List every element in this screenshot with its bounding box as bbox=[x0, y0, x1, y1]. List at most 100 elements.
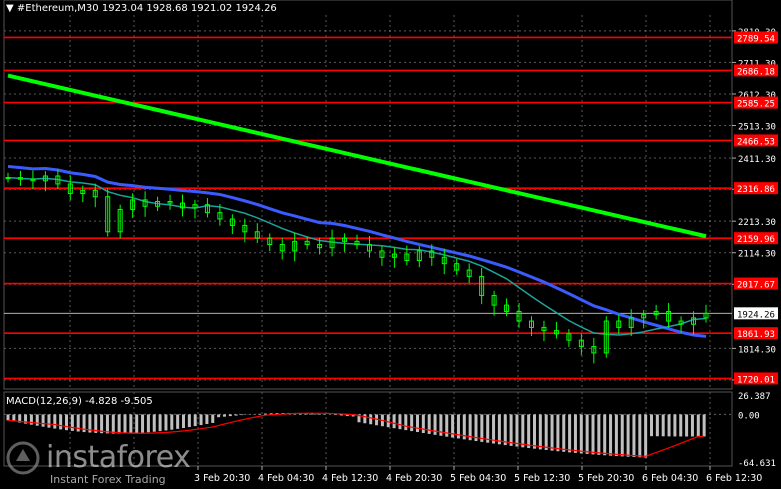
macd-histogram-bar bbox=[141, 414, 145, 433]
macd-histogram-bar bbox=[240, 414, 244, 416]
macd-histogram-bar bbox=[404, 414, 408, 431]
macd-histogram-bar bbox=[146, 414, 150, 433]
ma-fast-line bbox=[7, 176, 707, 336]
macd-histogram-bar bbox=[609, 414, 613, 456]
macd-histogram-bar bbox=[205, 414, 209, 425]
time-tick-label: 6 Feb 12:30 bbox=[706, 473, 762, 484]
collapse-arrow-icon[interactable]: ▼ bbox=[6, 3, 14, 14]
macd-histogram-bar bbox=[211, 414, 215, 423]
macd-histogram-bar bbox=[217, 414, 221, 418]
macd-histogram-bar bbox=[416, 414, 419, 433]
macd-histogram-bar bbox=[515, 414, 519, 447]
macd-histogram-bar bbox=[579, 414, 583, 454]
macd-histogram-bar bbox=[568, 414, 572, 453]
macd-histogram-bar bbox=[316, 413, 320, 415]
macd-histogram-bar bbox=[182, 414, 185, 429]
level-tag-label: 2789.54 bbox=[737, 34, 775, 44]
price-tick-label: 2213.30 bbox=[738, 218, 776, 228]
time-tick-label: 4 Feb 04:30 bbox=[258, 473, 314, 484]
macd-histogram-bar bbox=[369, 414, 373, 425]
macd-axis-label: 26.387 bbox=[738, 392, 771, 402]
macd-histogram-bar bbox=[632, 414, 636, 458]
macd-histogram-bar bbox=[386, 414, 390, 428]
macd-histogram-bar bbox=[170, 414, 174, 430]
macd-histogram-bar bbox=[199, 414, 203, 426]
level-tag-label: 2017.67 bbox=[737, 281, 775, 291]
instaforex-logo-icon bbox=[6, 441, 40, 474]
macd-histogram-bar bbox=[129, 414, 133, 434]
price-tick-label: 1814.30 bbox=[738, 345, 776, 355]
level-tag-label: 2159.96 bbox=[737, 235, 775, 245]
macd-histogram-bar bbox=[111, 414, 115, 434]
macd-histogram-bar bbox=[193, 414, 197, 427]
macd-histogram-bar bbox=[696, 414, 700, 437]
macd-histogram-bar bbox=[164, 414, 168, 431]
price-tick-label: 2513.30 bbox=[738, 123, 776, 133]
macd-histogram-bar bbox=[234, 414, 238, 416]
macd-histogram-bar bbox=[591, 414, 595, 455]
watermark: instaforex Instant Forex Trading bbox=[6, 440, 191, 486]
time-tick-label: 5 Feb 20:30 bbox=[578, 473, 634, 484]
macd-histogram-bar bbox=[509, 414, 513, 446]
macd-histogram-bar bbox=[533, 414, 536, 449]
macd-histogram-bar bbox=[597, 414, 601, 455]
price-tick-label: 2114.30 bbox=[738, 250, 776, 260]
level-tag-label: 2316.86 bbox=[737, 185, 775, 195]
candle-body bbox=[5, 177, 11, 180]
macd-histogram-bar bbox=[503, 414, 507, 446]
macd-histogram-bar bbox=[573, 414, 577, 453]
macd-histogram-bar bbox=[187, 414, 191, 428]
macd-histogram-bar bbox=[550, 414, 554, 451]
time-tick-label: 6 Feb 04:30 bbox=[642, 473, 698, 484]
macd-histogram-bar bbox=[620, 414, 624, 457]
macd-histogram-bar bbox=[35, 414, 39, 426]
macd-histogram-bar bbox=[690, 414, 694, 437]
macd-histogram-bar bbox=[334, 414, 338, 415]
ma-slow-path bbox=[7, 73, 707, 239]
macd-histogram-bar bbox=[135, 414, 139, 434]
macd-histogram-bar bbox=[427, 414, 431, 434]
ohlc-values: 1923.04 1928.68 1921.02 1924.26 bbox=[101, 3, 277, 14]
macd-histogram-bar bbox=[661, 414, 665, 437]
macd-histogram-bar bbox=[258, 413, 262, 415]
macd-histogram-bar bbox=[544, 414, 548, 451]
time-tick-label: 4 Feb 12:30 bbox=[322, 473, 378, 484]
macd-histogram-bar bbox=[70, 414, 74, 431]
macd-histogram-bar bbox=[492, 414, 496, 444]
macd-histogram-bar bbox=[556, 414, 560, 452]
main-frame bbox=[3, 0, 733, 390]
symbol-label: #Ethereum,M30 bbox=[16, 3, 99, 14]
current-price-label: 1924.26 bbox=[737, 310, 775, 320]
macd-histogram-bar bbox=[421, 414, 425, 433]
macd-histogram-bar bbox=[152, 414, 156, 432]
time-tick-label: 5 Feb 12:30 bbox=[514, 473, 570, 484]
macd-histogram-bar bbox=[228, 414, 232, 417]
time-tick-label: 4 Feb 20:30 bbox=[386, 473, 442, 484]
macd-histogram-bar bbox=[53, 414, 57, 429]
macd-histogram-bar bbox=[100, 414, 104, 434]
macd-histogram-bar bbox=[65, 414, 68, 431]
trading-chart[interactable]: 2810.302711.302612.302513.302411.302313.… bbox=[0, 0, 781, 489]
macd-histogram-bar bbox=[626, 414, 630, 457]
macd-histogram-bar bbox=[363, 414, 367, 424]
macd-histogram-bar bbox=[673, 414, 677, 437]
macd-histogram-bar bbox=[41, 414, 45, 427]
macd-axis-label: -64.631 bbox=[738, 459, 776, 469]
macd-histogram-bar bbox=[47, 414, 51, 428]
macd-axis-label: 0.00 bbox=[738, 411, 760, 421]
horizontal-levels bbox=[4, 36, 732, 380]
macd-histogram-bar bbox=[685, 414, 689, 437]
macd-histogram-bar bbox=[263, 413, 267, 415]
macd-histogram-bar bbox=[521, 414, 525, 448]
macd-histogram-bar bbox=[702, 414, 706, 437]
level-tag-label: 2585.25 bbox=[737, 100, 775, 110]
ma-mid-line bbox=[7, 164, 707, 338]
macd-histogram-bar bbox=[497, 414, 501, 445]
ma-fast-path bbox=[7, 176, 707, 336]
brand-text: instaforex bbox=[46, 440, 191, 475]
macd-histogram-bar bbox=[392, 414, 396, 429]
level-tag-label: 1861.93 bbox=[737, 330, 775, 340]
macd-histogram-bar bbox=[585, 414, 589, 454]
macd-label: MACD(12,26,9) -4.828 -9.505 bbox=[6, 396, 153, 407]
macd-histogram-bar bbox=[650, 414, 653, 437]
